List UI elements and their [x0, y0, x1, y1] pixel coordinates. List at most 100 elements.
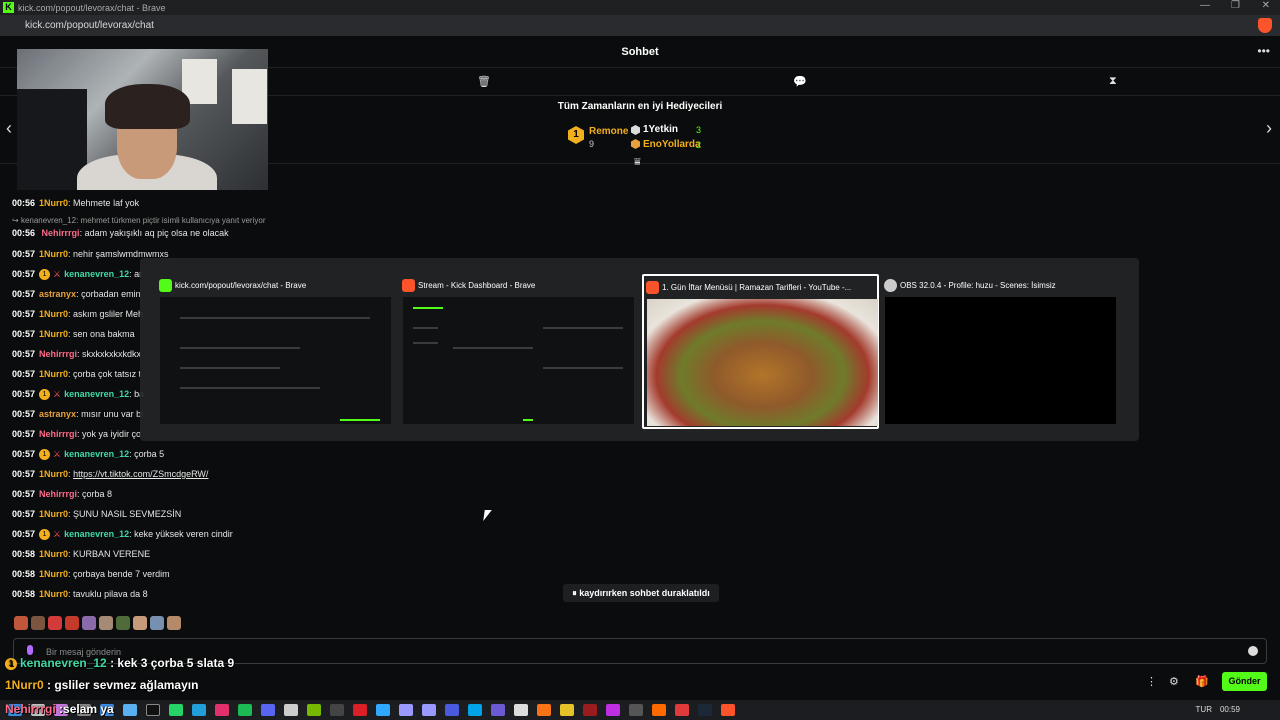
gift-icon[interactable]: 🎁 — [1195, 675, 1209, 688]
chat-paused-banner[interactable]: ⏸ kaydırırken sohbet duraklatıldı — [563, 584, 719, 602]
emoji-icon[interactable] — [1248, 646, 1258, 656]
switcher-window-selected[interactable]: 1. Gün İftar Menüsü | Ramazan Tarifleri … — [642, 274, 879, 429]
emote-icon[interactable] — [99, 616, 113, 630]
switcher-window[interactable]: OBS 32.0.4 - Profile: huzu - Scenes: İsi… — [882, 274, 1119, 429]
after-effects-icon[interactable] — [422, 704, 436, 716]
switcher-window-title: OBS 32.0.4 - Profile: huzu - Scenes: İsi… — [900, 281, 1056, 290]
obs-icon — [884, 279, 897, 292]
app-icon[interactable] — [606, 704, 620, 716]
switcher-window[interactable]: kick.com/popout/levorax/chat - Brave — [157, 274, 394, 429]
emote-icon[interactable] — [65, 616, 79, 630]
chat-username[interactable]: 1Nurr0 — [39, 569, 68, 579]
chat-username[interactable]: 1Nurr0 — [39, 589, 68, 599]
trash-icon[interactable]: 🗑 — [477, 75, 491, 88]
gifter-name[interactable]: EnoYollarda — [643, 139, 701, 150]
instagram-icon[interactable] — [215, 704, 229, 716]
stream-overlay-message: Nehirrrgi :selam ya — [5, 702, 114, 716]
language-indicator[interactable]: TUR — [1196, 705, 1212, 714]
send-button[interactable]: Gönder — [1222, 672, 1267, 691]
window-title: kick.com/popout/levorax/chat - Brave — [18, 2, 166, 13]
illustrator-icon[interactable] — [353, 704, 367, 716]
settings-icon[interactable]: ⚙ — [1169, 675, 1179, 688]
chat-bubble-icon[interactable]: 💬 — [793, 75, 807, 88]
windows-taskbar: TUR 00:59 — [0, 700, 1280, 720]
filter-icon[interactable]: ⩸ — [634, 156, 641, 169]
chat-username[interactable]: 1Nurr0 — [39, 249, 68, 259]
chat-username[interactable]: kenanevren_12 — [64, 529, 129, 539]
chat-username[interactable]: 1Nurr0 — [39, 549, 68, 559]
kick-logo-icon — [159, 279, 172, 292]
chat-username[interactable]: astranyx — [39, 409, 76, 419]
address-bar[interactable]: kick.com/popout/levorax/chat — [0, 15, 1280, 36]
gifter-name[interactable]: 1Yetkin — [643, 124, 678, 135]
app-icon[interactable] — [560, 704, 574, 716]
nvidia-icon[interactable] — [307, 704, 321, 716]
app-icon[interactable] — [123, 704, 137, 716]
app-icon[interactable] — [583, 704, 597, 716]
obs-icon[interactable] — [284, 704, 298, 716]
hourglass-icon[interactable]: ⧗ — [1109, 75, 1117, 88]
chat-username[interactable]: kenanevren_12 — [64, 269, 129, 279]
app-icon[interactable] — [330, 704, 344, 716]
gifter-badge-icon — [631, 139, 640, 149]
app-icon[interactable] — [468, 704, 482, 716]
chat-username[interactable]: 1Nurr0 — [39, 329, 68, 339]
emote-icon[interactable] — [150, 616, 164, 630]
tiktok-icon[interactable] — [146, 704, 160, 716]
chat-username[interactable]: astranyx — [39, 289, 76, 299]
more-vertical-icon[interactable]: ⋮ — [1146, 675, 1157, 688]
chat-username[interactable]: 1Nurr0 — [39, 369, 68, 379]
emote-icon[interactable] — [31, 616, 45, 630]
brave-icon — [646, 281, 659, 294]
chevron-right-icon[interactable]: › — [1266, 118, 1272, 139]
app-icon[interactable] — [491, 704, 505, 716]
emote-icon[interactable] — [14, 616, 28, 630]
chat-username[interactable]: 1Nurr0 — [39, 309, 68, 319]
url-text[interactable]: kick.com/popout/levorax/chat — [25, 20, 154, 31]
emote-icon[interactable] — [48, 616, 62, 630]
more-options-icon[interactable]: ••• — [1257, 44, 1270, 58]
steam-icon[interactable] — [698, 704, 712, 716]
sword-badge-icon: ⚔ — [53, 269, 62, 279]
emote-icon[interactable] — [82, 616, 96, 630]
telegram-icon[interactable] — [192, 704, 206, 716]
app-icon[interactable] — [675, 704, 689, 716]
chat-username[interactable]: Nehirrrgi — [39, 429, 77, 439]
brave-icon[interactable] — [721, 704, 735, 716]
gifter-badge-icon — [631, 125, 640, 135]
spotify-icon[interactable] — [238, 704, 252, 716]
close-icon[interactable]: ✕ — [1262, 0, 1270, 11]
chat-message: 00:57 Nehirrrgi: çorba 8 — [12, 489, 113, 499]
chat-username[interactable]: 1Nurr0 — [39, 509, 68, 519]
app-icon[interactable] — [652, 704, 666, 716]
gifter-name[interactable]: Remone — [589, 126, 628, 137]
chat-username[interactable]: Nehirrrgi — [42, 228, 80, 238]
chat-username[interactable]: Nehirrrgi — [39, 349, 77, 359]
switcher-window[interactable]: Stream - Kick Dashboard - Brave — [400, 274, 637, 429]
app-icon[interactable] — [537, 704, 551, 716]
restore-icon[interactable]: ❐ — [1231, 0, 1240, 11]
chat-username[interactable]: 1Nurr0 — [39, 198, 68, 208]
chat-username[interactable]: Nehirrrgi — [39, 489, 77, 499]
chevron-left-icon[interactable]: ‹ — [6, 118, 12, 139]
emote-icon[interactable] — [167, 616, 181, 630]
app-icon[interactable] — [629, 704, 643, 716]
chat-username[interactable]: kenanevren_12 — [64, 389, 129, 399]
premiere-icon[interactable] — [399, 704, 413, 716]
chat-message: 00:56 1Nurr0: Mehmete laf yok — [12, 198, 140, 208]
brave-shield-icon[interactable] — [1258, 18, 1272, 33]
emote-icon[interactable] — [133, 616, 147, 630]
app-icon[interactable] — [514, 704, 528, 716]
minimize-icon[interactable]: — — [1200, 0, 1210, 11]
taskbar-clock[interactable]: 00:59 — [1220, 705, 1240, 714]
emote-icon[interactable] — [116, 616, 130, 630]
subscriber-badge-icon: 1 — [39, 529, 51, 541]
whatsapp-icon[interactable] — [169, 704, 183, 716]
chat-link[interactable]: https://vt.tiktok.com/ZSmcdgeRW/ — [73, 469, 208, 479]
chat-username[interactable]: 1Nurr0 — [39, 469, 68, 479]
app-icon[interactable] — [445, 704, 459, 716]
subscriber-badge-icon: 1 — [39, 269, 51, 281]
discord-icon[interactable] — [261, 704, 275, 716]
photoshop-icon[interactable] — [376, 704, 390, 716]
chat-username[interactable]: kenanevren_12 — [64, 449, 129, 459]
